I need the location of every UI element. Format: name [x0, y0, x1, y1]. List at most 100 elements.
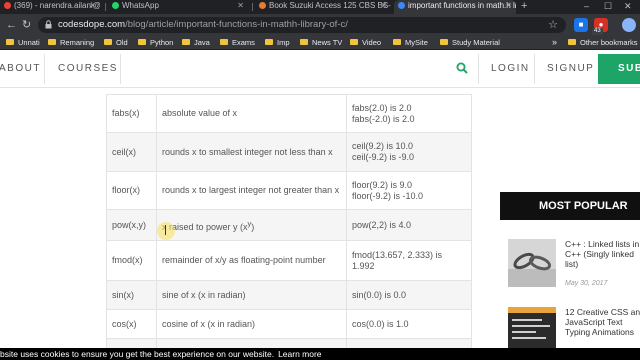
- extension-icon[interactable]: ■: [574, 18, 588, 32]
- browser-tab-gmail[interactable]: (369) - narendra.ailani@gma... ✕: [0, 0, 100, 14]
- close-tab-icon[interactable]: ✕: [89, 0, 96, 12]
- minimize-icon[interactable]: –: [584, 0, 589, 12]
- popular-item-linked-lists[interactable]: C++ : Linked lists in C++ (Singly linked…: [508, 239, 640, 291]
- close-tab-icon[interactable]: ✕: [380, 0, 387, 12]
- folder-icon: [220, 39, 228, 45]
- text-cursor-icon: [165, 225, 166, 235]
- tab-divider: [252, 3, 253, 11]
- title-line: Typing Animations: [565, 327, 634, 337]
- browser-toolbar: ← ↻ codesdope.com/blog/article/important…: [0, 14, 640, 36]
- example-line: floor(9.2) is 9.0: [352, 179, 413, 190]
- folder-icon: [393, 39, 401, 45]
- address-bar[interactable]: codesdope.com/blog/article/important-fun…: [38, 17, 566, 33]
- reload-icon[interactable]: ↻: [22, 17, 31, 33]
- function-example: fabs(2.0) is 2.0 fabs(-2.0) is 2.0: [346, 94, 472, 133]
- bookmark-unnati[interactable]: Unnati: [6, 38, 40, 48]
- description-text: ): [251, 221, 255, 232]
- function-example: sin(0.0) is 0.0: [346, 280, 472, 310]
- function-example: ceil(9.2) is 10.0 ceil(-9.2) is -9.0: [346, 132, 472, 172]
- cookie-consent-bar: bsite uses cookies to ensure you get the…: [0, 348, 640, 360]
- bookmark-java[interactable]: Java: [182, 38, 210, 48]
- nav-divider: [534, 54, 535, 84]
- nav-divider: [44, 54, 45, 84]
- example-line: pow(2,2) is 4.0: [352, 219, 412, 230]
- title-line: 12 Creative CSS and: [565, 307, 640, 317]
- bookmark-study-material[interactable]: Study Material: [440, 38, 500, 48]
- table-row: sin(x) sine of x (x in radian) sin(0.0) …: [106, 280, 472, 310]
- bookmark-label: Video: [362, 38, 382, 47]
- bookmark-label: Remaning: [60, 38, 95, 47]
- function-description: absolute value of x: [156, 94, 347, 133]
- nav-about[interactable]: ABOUT: [0, 63, 41, 75]
- other-bookmarks-label: Other bookmarks: [580, 38, 638, 47]
- tab-label: important functions in math.h libr...: [408, 1, 516, 10]
- folder-icon: [300, 39, 308, 45]
- bookmark-label: MySite: [405, 38, 428, 47]
- new-tab-button[interactable]: +: [521, 0, 527, 12]
- folder-icon: [265, 39, 273, 45]
- search-icon[interactable]: [456, 62, 468, 74]
- bookmark-mysite[interactable]: MySite: [393, 38, 428, 48]
- bookmark-exams[interactable]: Exams: [220, 38, 255, 48]
- close-tab-icon[interactable]: ✕: [237, 0, 244, 12]
- nav-login[interactable]: LOGIN: [491, 63, 530, 75]
- url-domain: codesdope.com: [58, 19, 126, 30]
- back-icon[interactable]: ←: [6, 17, 17, 33]
- more-bookmarks-icon[interactable]: »: [552, 37, 557, 47]
- cursor-highlight: [157, 222, 175, 240]
- url-path: /blog/article/important-functions-in-mat…: [125, 19, 348, 30]
- browser-tab-active[interactable]: important functions in math.h libr... ✕: [394, 0, 516, 14]
- browser-tab-suzuki[interactable]: Book Suzuki Access 125 CBS BS-VI... ✕: [255, 0, 391, 14]
- chain-thumbnail[interactable]: [508, 239, 556, 287]
- function-description: cosine of x (x in radian): [156, 309, 347, 339]
- maximize-icon[interactable]: ☐: [604, 0, 612, 12]
- nav-signup[interactable]: SIGNUP: [547, 63, 594, 75]
- tab-label: WhatsApp: [122, 1, 159, 10]
- popular-item-css-animations[interactable]: 12 Creative CSS and JavaScript Text Typi…: [508, 307, 640, 355]
- function-name: ceil(x): [106, 132, 157, 172]
- most-popular-heading: MOST POPULAR: [500, 192, 640, 220]
- bookmark-imp[interactable]: Imp: [265, 38, 290, 48]
- nav-divider: [120, 54, 121, 84]
- extension-badge: 43: [592, 28, 603, 35]
- title-line: JavaScript Text: [565, 317, 623, 327]
- cookie-message: bsite uses cookies to ensure you get the…: [0, 349, 275, 359]
- profile-avatar[interactable]: [622, 18, 636, 32]
- bookmark-video[interactable]: Video: [350, 38, 381, 48]
- table-row: fabs(x) absolute value of x fabs(2.0) is…: [106, 94, 472, 133]
- learn-more-link[interactable]: Learn more: [278, 349, 321, 359]
- bookmark-old[interactable]: Old: [104, 38, 128, 48]
- close-tab-icon[interactable]: ✕: [505, 0, 512, 12]
- close-window-icon[interactable]: ✕: [624, 0, 632, 12]
- bookmark-star-icon[interactable]: ☆: [548, 18, 558, 32]
- table-row: cos(x) cosine of x (x in radian) cos(0.0…: [106, 309, 472, 339]
- title-line: list): [565, 259, 579, 269]
- function-example: pow(2,2) is 4.0: [346, 209, 472, 241]
- example-line: ceil(-9.2) is -9.0: [352, 152, 415, 162]
- bookmark-label: Unnati: [18, 38, 40, 47]
- popular-item-title[interactable]: 12 Creative CSS and JavaScript Text Typi…: [565, 307, 640, 337]
- folder-icon: [568, 39, 576, 45]
- function-name: fabs(x): [106, 94, 157, 133]
- bookmark-label: Python: [150, 38, 174, 47]
- browser-tab-strip: (369) - narendra.ailani@gma... ✕ WhatsAp…: [0, 0, 640, 14]
- nav-courses[interactable]: COURSES: [58, 63, 118, 75]
- url-text: codesdope.com/blog/article/important-fun…: [58, 19, 348, 31]
- folder-icon: [182, 39, 190, 45]
- bookmark-remaning[interactable]: Remaning: [48, 38, 94, 48]
- tab-label: (369) - narendra.ailani@gma...: [14, 1, 100, 10]
- bookmark-python[interactable]: Python: [138, 38, 173, 48]
- bookmarks-bar: Unnati Remaning Old Python Java Exams Im…: [0, 36, 640, 50]
- browser-tab-whatsapp[interactable]: WhatsApp ✕: [108, 0, 248, 14]
- gmail-icon: [4, 2, 11, 10]
- example-line: fabs(-2.0) is 2.0: [352, 113, 415, 124]
- subscribe-button[interactable]: SUB: [598, 54, 640, 84]
- codesdope-icon: [398, 2, 405, 10]
- bookmark-label: News TV: [312, 38, 343, 47]
- bookmark-news-tv[interactable]: News TV: [300, 38, 342, 48]
- folder-icon: [48, 39, 56, 45]
- popular-item-title[interactable]: C++ : Linked lists in C++ (Singly linked…: [565, 239, 640, 269]
- other-bookmarks[interactable]: Other bookmarks: [568, 38, 638, 48]
- function-name: fmod(x): [106, 240, 157, 281]
- function-example: fmod(13.657, 2.333) is 1.992: [346, 240, 472, 281]
